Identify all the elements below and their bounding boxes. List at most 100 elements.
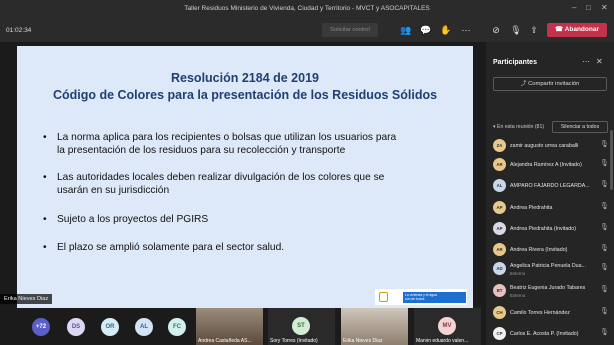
mic-off-icon: 🎙 <box>600 308 609 315</box>
meeting-toolbar: 01:02:34 Solicitar control 👥 💬 ✋ ⋯ ⊘ 🎙 ⇪… <box>0 20 614 42</box>
video-tile[interactable]: ST Sory Torres (Invitado) <box>268 308 335 345</box>
raise-hand-icon[interactable]: ✋ <box>440 24 452 36</box>
participant-name: Camilo Torres Hernández <box>510 310 570 316</box>
avatar: ZA <box>493 139 506 152</box>
avatar: ST <box>292 317 310 335</box>
meeting-timer: 01:02:34 <box>6 27 32 34</box>
mic-off-icon: 🎙 <box>600 329 609 336</box>
mute-all-button[interactable]: Silenciar a todos <box>552 121 608 133</box>
participant-name: Andrea Piedrahita (Invitado) <box>510 226 576 232</box>
bullet-dot-icon: • <box>43 242 47 253</box>
mic-off-icon: 🎙 <box>600 245 609 252</box>
participant-row[interactable]: CH Camilo Torres Hernández 🎙 <box>493 304 610 322</box>
leave-button[interactable]: ☎ Abandonar <box>547 23 607 37</box>
shared-screen-stage: Resolución 2184 de 2019 Código de Colore… <box>0 42 486 308</box>
avatar: AP <box>493 222 506 235</box>
slide-bullet: • Las autoridades locales deben realizar… <box>43 172 385 196</box>
mic-off-icon: 🎙 <box>600 203 609 210</box>
slide-bullet: • La norma aplica para los recipientes o… <box>43 132 397 156</box>
mic-off-icon: 🎙 <box>600 286 609 293</box>
slide-bullet: • El plazo se amplió solamente para el s… <box>43 242 285 253</box>
participant-row[interactable]: AP Andrea Piedrahita 🎙 <box>493 199 610 217</box>
mic-off-icon: 🎙 <box>600 160 609 167</box>
in-meeting-header[interactable]: ▾ En esta reunión (81) <box>493 124 544 130</box>
slide-bullet: • Sujeto a los proyectos del PGIRS <box>43 214 209 225</box>
window-title: Taller Residuos Ministerio de Vivienda, … <box>184 5 430 12</box>
participant-row[interactable]: AP Andrea Piedrahita (Invitado) 🎙 <box>493 220 610 238</box>
participant-name: zamir augusto urrea caraballi <box>510 143 579 149</box>
participant-row[interactable]: AR Andrea Rivera (Invitado) 🎙 <box>493 241 610 259</box>
mic-off-icon: 🎙 <box>600 181 609 188</box>
mic-off-icon: 🎙 <box>600 224 609 231</box>
chat-icon[interactable]: 💬 <box>420 24 432 36</box>
presenter-name-tag: Erika Nieves Diaz <box>0 294 53 304</box>
participant-status: Externo <box>510 293 526 298</box>
coat-of-arms-icon <box>379 292 388 302</box>
avatar: MV <box>438 317 456 335</box>
government-brand-logo: La vivienda y el agua son de todos <box>375 289 467 305</box>
avatar: BT <box>493 284 506 297</box>
close-panel-icon[interactable]: ✕ <box>596 57 603 66</box>
mic-off-icon[interactable]: 🎙 <box>510 24 522 36</box>
bullet-dot-icon: • <box>43 172 47 183</box>
brand-banner: La vivienda y el agua son de todos <box>403 292 466 303</box>
overflow-participants-button[interactable]: +72 <box>32 318 50 336</box>
bullet-dot-icon: • <box>43 214 47 225</box>
participant-name: AMPARO FAJARDO LEGARDA... <box>510 183 590 189</box>
phone-icon: ☎ <box>555 26 565 33</box>
tile-name: Sory Torres (Invitado) <box>270 338 318 344</box>
request-control-button[interactable]: Solicitar control <box>322 23 378 37</box>
avatar[interactable]: DS <box>67 318 85 336</box>
participant-row[interactable]: CP Carlos E. Acosta P. (Invitado) 🎙 <box>493 325 610 343</box>
participant-name: Beatriz Eugenia Jurado Tabares <box>510 285 586 291</box>
participant-row[interactable]: AD Angelica Patricia Penuela Dua... Exte… <box>493 260 610 278</box>
avatar: CP <box>493 327 506 340</box>
brand-text: La vivienda y el agua son de todos <box>405 293 437 301</box>
more-options-icon[interactable]: ⋯ <box>582 57 590 66</box>
avatar[interactable]: AL <box>135 318 153 336</box>
video-tile[interactable]: Andrea Castañeda AS... <box>196 308 263 345</box>
tile-name: Erika Nieves Diaz <box>343 338 383 344</box>
participants-panel: Participantes ⋯ ✕ ⤴ Compartir invitación… <box>486 42 614 345</box>
participant-row[interactable]: AL AMPARO FAJARDO LEGARDA... 🎙 <box>493 177 610 195</box>
avatar[interactable]: OR <box>101 318 119 336</box>
tile-name: Marvin eduardo valen... <box>416 338 469 344</box>
participant-row[interactable]: BT Beatriz Eugenia Jurado Tabares Extern… <box>493 282 610 300</box>
maximize-icon[interactable]: □ <box>586 3 591 12</box>
video-tile[interactable]: Erika Nieves Diaz <box>341 308 408 345</box>
participant-name: Alejandra Ramírez A (Invitado) <box>510 162 582 168</box>
participant-name: Andrea Piedrahita <box>510 205 553 211</box>
avatar[interactable]: FC <box>168 318 186 336</box>
share-invite-label: Compartir invitación <box>528 81 580 87</box>
mic-off-icon: 🎙 <box>600 264 609 271</box>
avatar: AL <box>493 179 506 192</box>
participant-name: Angelica Patricia Penuela Dua... <box>510 263 586 269</box>
close-icon[interactable]: ✕ <box>601 3 608 12</box>
camera-off-icon[interactable]: ⊘ <box>490 24 502 36</box>
presentation-slide: Resolución 2184 de 2019 Código de Colore… <box>17 46 473 308</box>
minimize-icon[interactable]: – <box>572 3 576 12</box>
panel-scrollbar[interactable] <box>610 130 613 190</box>
avatar: AR <box>493 158 506 171</box>
share-icon: ⤴ <box>520 81 529 87</box>
slide-subtitle: Código de Colores para la presentación d… <box>52 88 438 102</box>
participant-row[interactable]: AR Alejandra Ramírez A (Invitado) 🎙 <box>493 156 610 174</box>
participant-row[interactable]: ZA zamir augusto urrea caraballi 🎙 <box>493 137 610 155</box>
share-screen-icon[interactable]: ⇪ <box>528 24 540 36</box>
participants-icon[interactable]: 👥 <box>400 24 412 36</box>
video-tile[interactable]: MV Marvin eduardo valen... <box>414 308 481 345</box>
participant-name: Carlos E. Acosta P. (Invitado) <box>510 331 579 337</box>
tile-name: Andrea Castañeda AS... <box>198 338 252 344</box>
participant-filmstrip: +72 DS OR AL FC Andrea Castañeda AS... S… <box>0 308 486 345</box>
panel-title: Participantes <box>493 59 537 66</box>
avatar: AD <box>493 262 506 275</box>
leave-label: Abandonar <box>564 26 599 33</box>
bullet-dot-icon: • <box>43 132 47 143</box>
title-bar: Taller Residuos Ministerio de Vivienda, … <box>0 0 614 20</box>
avatar: CH <box>493 306 506 319</box>
avatar: AR <box>493 243 506 256</box>
share-invite-button[interactable]: ⤴ Compartir invitación <box>493 77 607 91</box>
participant-status: Externo <box>510 271 526 276</box>
more-actions-icon[interactable]: ⋯ <box>460 24 472 36</box>
avatar: AP <box>493 201 506 214</box>
